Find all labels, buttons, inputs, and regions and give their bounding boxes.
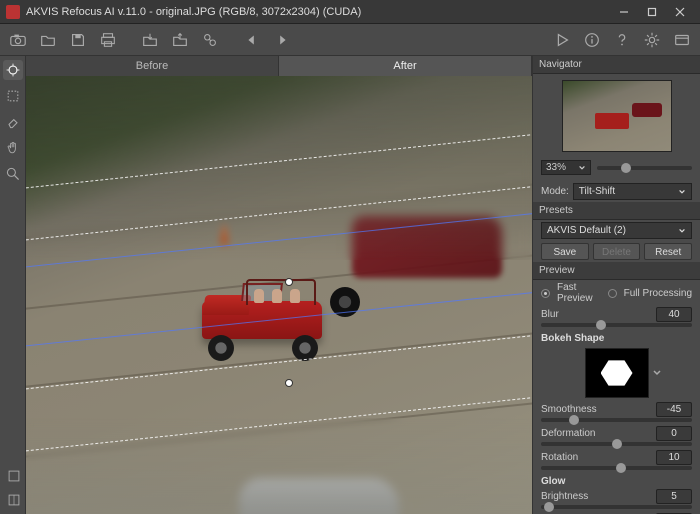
glow-label: Glow [533,473,700,488]
deformation-value[interactable]: 0 [656,426,692,441]
rotation-slider[interactable] [541,466,692,470]
redo-arrow-icon[interactable] [270,28,294,52]
zoom-dropdown[interactable]: 33% [541,160,591,175]
smoothness-value[interactable]: -45 [656,402,692,417]
minimize-button[interactable] [610,2,638,22]
tilt-center-handle[interactable] [285,278,293,286]
bokeh-shape-label: Bokeh Shape [533,330,700,345]
preset-dropdown[interactable]: AKVIS Default (2) [541,222,692,239]
close-button[interactable] [666,2,694,22]
save-file-icon[interactable] [66,28,90,52]
tilt-rotate-handle[interactable] [285,379,293,387]
deformation-slider[interactable] [541,442,692,446]
hand-tool-icon[interactable] [3,138,23,158]
rotation-value[interactable]: 10 [656,450,692,465]
export-icon[interactable] [138,28,162,52]
preview-header: Preview [533,262,700,280]
brightness-slider[interactable] [541,505,692,509]
fast-preview-label: Fast Preview [557,282,604,304]
blur-value[interactable]: 40 [656,307,692,322]
chevron-down-icon[interactable] [652,368,662,378]
help-icon[interactable] [610,28,634,52]
undo-arrow-icon[interactable] [240,28,264,52]
deformation-label: Deformation [541,428,650,439]
navigator-header: Navigator [533,56,700,74]
view-mode-1-icon[interactable] [4,466,24,486]
blur-slider[interactable] [541,323,692,327]
eraser-tool-icon[interactable] [3,112,23,132]
maximize-button[interactable] [638,2,666,22]
blur-label: Blur [541,309,650,320]
full-processing-radio[interactable] [608,289,617,298]
presets-header: Presets [533,202,700,220]
navigator-thumbnail[interactable] [562,80,672,152]
panel-toggle-icon[interactable] [670,28,694,52]
preset-delete-button: Delete [593,243,641,260]
batch-icon[interactable] [198,28,222,52]
full-processing-label: Full Processing [624,288,692,299]
zoom-tool-icon[interactable] [3,164,23,184]
info-icon[interactable] [580,28,604,52]
bokeh-shape-preview[interactable] [585,348,649,398]
smoothness-slider[interactable] [541,418,692,422]
window-title: AKVIS Refocus AI v.11.0 - original.JPG (… [26,6,610,18]
view-mode-2-icon[interactable] [4,490,24,510]
image-canvas[interactable] [26,76,532,514]
open-file-icon[interactable] [36,28,60,52]
hexagon-icon [601,359,633,387]
rotation-label: Rotation [541,452,650,463]
smoothness-label: Smoothness [541,404,650,415]
focus-area-tool-icon[interactable] [3,86,23,106]
settings-icon[interactable] [640,28,664,52]
open-camera-icon[interactable] [6,28,30,52]
print-icon[interactable] [96,28,120,52]
zoom-value: 33% [546,162,566,173]
brightness-label: Brightness [541,491,650,502]
mode-dropdown[interactable]: Tilt-Shift [573,183,692,200]
mode-label: Mode: [541,186,569,197]
brightness-value[interactable]: 5 [656,489,692,504]
import-icon[interactable] [168,28,192,52]
scene-red-jeep [188,277,348,357]
app-icon [6,5,20,19]
tab-after[interactable]: After [279,56,532,76]
preset-reset-button[interactable]: Reset [644,243,692,260]
tab-before[interactable]: Before [26,56,279,76]
zoom-slider[interactable] [597,166,692,170]
fast-preview-radio[interactable] [541,289,550,298]
run-icon[interactable] [550,28,574,52]
pointer-tool-icon[interactable] [3,60,23,80]
preset-save-button[interactable]: Save [541,243,589,260]
